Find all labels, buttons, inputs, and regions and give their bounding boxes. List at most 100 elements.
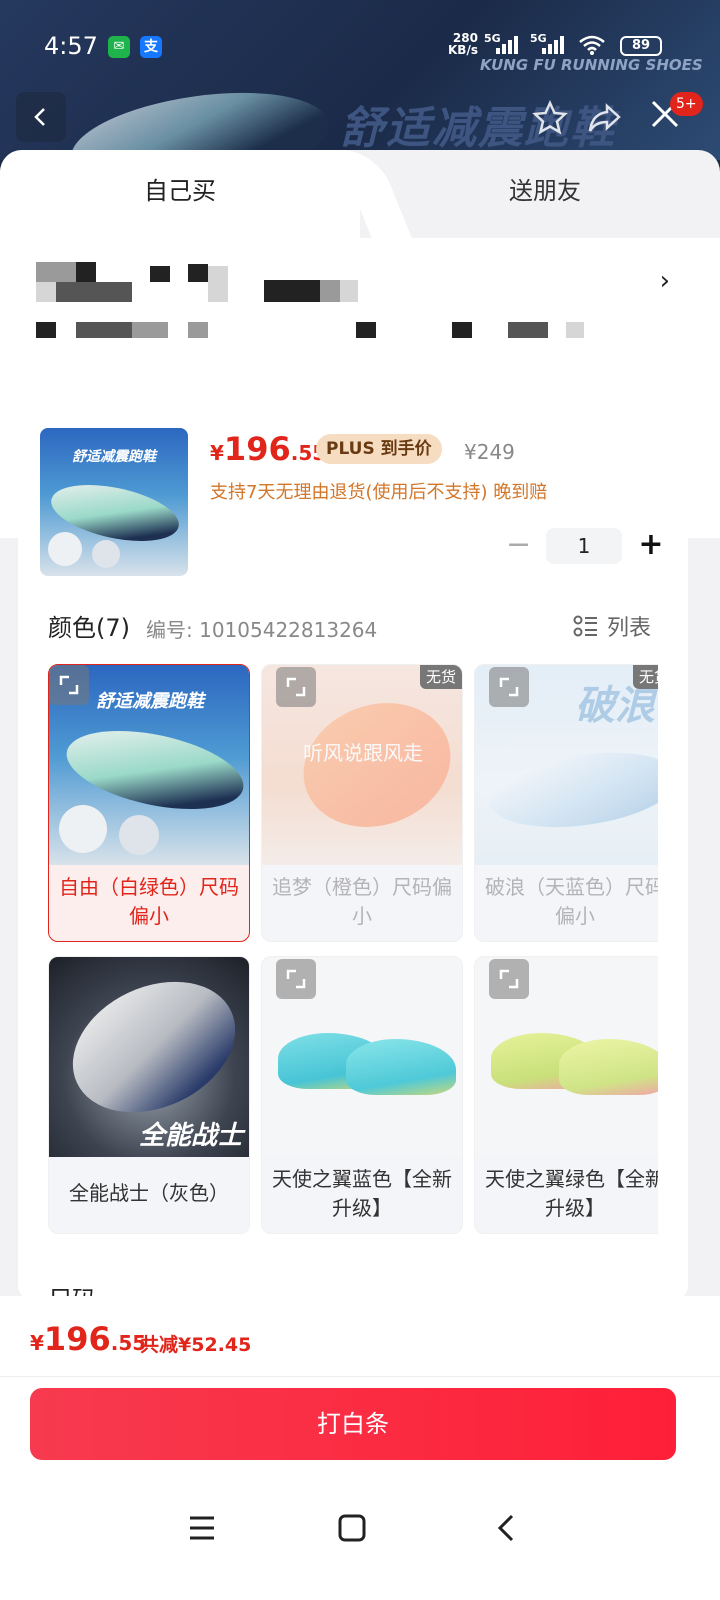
color-option-label: 全能战士（灰色） [69, 1181, 229, 1205]
system-back-button[interactable] [486, 1508, 526, 1548]
color-option-label: 追梦（橙色）尺码偏小 [272, 875, 452, 928]
color-option-image-text: 听风说跟风走 [303, 741, 423, 765]
color-option-label: 自由（白绿色）尺码偏小 [59, 875, 239, 928]
color-option-orange[interactable]: 听风说跟风走 无货 追梦（橙色）尺码偏小 [261, 664, 463, 942]
thumbnail-caption: 舒适减震跑鞋 [72, 449, 156, 465]
color-option-sky-blue[interactable]: 破浪 无货 破浪（天蓝色）尺码偏小 [474, 664, 658, 942]
original-price: ¥249 [464, 440, 515, 464]
redacted-block [150, 266, 170, 282]
menu-icon [190, 1516, 214, 1540]
banner-shoe-image [65, 78, 335, 160]
product-code: 编号: 10105422813264 [146, 618, 378, 642]
plus-price-tag: PLUS 到手价 [316, 434, 442, 464]
return-policy: 支持7天无理由退货(使用后不支持) 晚到赔 [210, 482, 548, 503]
status-bar: 4:57 ✉ 支 280 KB/s 5G 5G 89 [0, 28, 720, 64]
list-view-button[interactable]: 列表 [573, 610, 651, 642]
signal-icon-2 [542, 36, 564, 54]
redacted-block [76, 262, 96, 282]
purchase-tabs: 自己买 送朋友 [0, 150, 720, 238]
expand-image-button[interactable] [49, 665, 89, 705]
color-option-angel-green[interactable]: 天使之翼绿色【全新升级】 [474, 956, 658, 1234]
redacted-block [36, 262, 76, 282]
expand-icon [59, 675, 79, 695]
redacted-block [188, 322, 208, 338]
wechat-icon: ✉ [108, 36, 130, 58]
signal-icon [496, 36, 518, 54]
color-option-grid: 舒适减震跑鞋 自由（白绿色）尺码偏小 听风说跟风走 无货 追梦（橙色）尺码偏小 … [48, 664, 658, 1236]
divider [0, 1376, 720, 1377]
shoe-image [485, 742, 658, 838]
color-option-white-green[interactable]: 舒适减震跑鞋 自由（白绿色）尺码偏小 [48, 664, 250, 942]
redacted-block [264, 280, 320, 302]
redacted-block [76, 322, 132, 338]
total-price: ¥196.55 [30, 1320, 147, 1358]
redacted-block [566, 322, 584, 338]
quantity-decrease-button[interactable]: − [506, 530, 531, 560]
status-time: 4:57 [44, 32, 98, 60]
expand-icon [499, 969, 519, 989]
share-icon [588, 103, 621, 132]
quantity-increase-button[interactable]: + [636, 528, 666, 564]
redacted-block [356, 322, 376, 338]
wifi-icon [579, 35, 605, 55]
recent-apps-button[interactable] [182, 1508, 222, 1548]
shoe-image [346, 1039, 456, 1095]
redacted-block [320, 280, 340, 302]
chevron-right-icon: › [659, 266, 670, 296]
redacted-block [508, 322, 548, 338]
list-icon [573, 615, 597, 637]
net-speed: 280 KB/s [448, 31, 478, 57]
color-option-label: 天使之翼绿色【全新升级】 [485, 1167, 658, 1220]
out-of-stock-badge: 无货 [633, 665, 658, 689]
redacted-block [36, 282, 56, 302]
unit-price: ¥196.55 [210, 430, 327, 468]
expand-icon [286, 677, 306, 697]
color-option-image: 全能战士 [49, 957, 249, 1157]
banner-slogan: 舒适减震跑鞋 [340, 103, 616, 154]
home-button[interactable] [332, 1508, 372, 1548]
redacted-block [132, 322, 168, 338]
expand-image-button[interactable] [276, 667, 316, 707]
address-card[interactable]: › [20, 242, 700, 380]
tab-gift-friend[interactable]: 送朋友 [370, 150, 720, 238]
quantity-value[interactable]: 1 [546, 528, 622, 564]
notification-badge: 5+ [670, 92, 703, 116]
decor-ball [48, 532, 82, 566]
favorite-button[interactable] [530, 98, 570, 138]
decor-ball [119, 815, 159, 855]
battery-icon: 89 [620, 36, 662, 56]
decor-ball [59, 805, 107, 853]
shoe-image [51, 957, 249, 1138]
pay-with-baitiao-button[interactable]: 打白条 [30, 1388, 676, 1460]
back-arrow-icon [497, 1514, 514, 1542]
list-view-label: 列表 [607, 616, 652, 641]
alipay-icon: 支 [140, 36, 162, 58]
color-option-image-text: 全能战士 [139, 1121, 244, 1151]
share-button[interactable] [585, 98, 625, 138]
color-option-label: 天使之翼蓝色【全新升级】 [272, 1167, 452, 1220]
color-option-grey[interactable]: 全能战士 全能战士（灰色） [48, 956, 250, 1234]
redacted-block [36, 322, 56, 338]
out-of-stock-badge: 无货 [419, 665, 462, 689]
back-button[interactable] [16, 92, 66, 142]
product-thumbnail[interactable]: 舒适减震跑鞋 [40, 428, 188, 576]
redacted-block [208, 266, 228, 302]
expand-icon [286, 969, 306, 989]
expand-image-button[interactable] [276, 959, 316, 999]
expand-icon [499, 677, 519, 697]
color-section-title: 颜色(7) [48, 614, 130, 642]
system-nav-bar [0, 1500, 720, 1556]
shoe-image [559, 1039, 658, 1095]
color-option-label: 破浪（天蓝色）尺码偏小 [485, 875, 658, 928]
redacted-block [188, 264, 208, 282]
total-saving: 共减¥52.45 [140, 1334, 252, 1356]
tab-self-buy[interactable]: 自己买 [0, 150, 360, 238]
expand-image-button[interactable] [489, 667, 529, 707]
redacted-block [56, 282, 132, 302]
color-option-angel-blue[interactable]: 天使之翼蓝色【全新升级】 [261, 956, 463, 1234]
square-icon [338, 1514, 366, 1542]
star-icon [532, 99, 568, 135]
expand-image-button[interactable] [489, 959, 529, 999]
tab-gift-friend-label: 送朋友 [509, 177, 581, 205]
product-card: 舒适减震跑鞋 ¥196.55 PLUS 到手价 ¥249 支持7天无理由退货(使… [18, 400, 688, 1300]
